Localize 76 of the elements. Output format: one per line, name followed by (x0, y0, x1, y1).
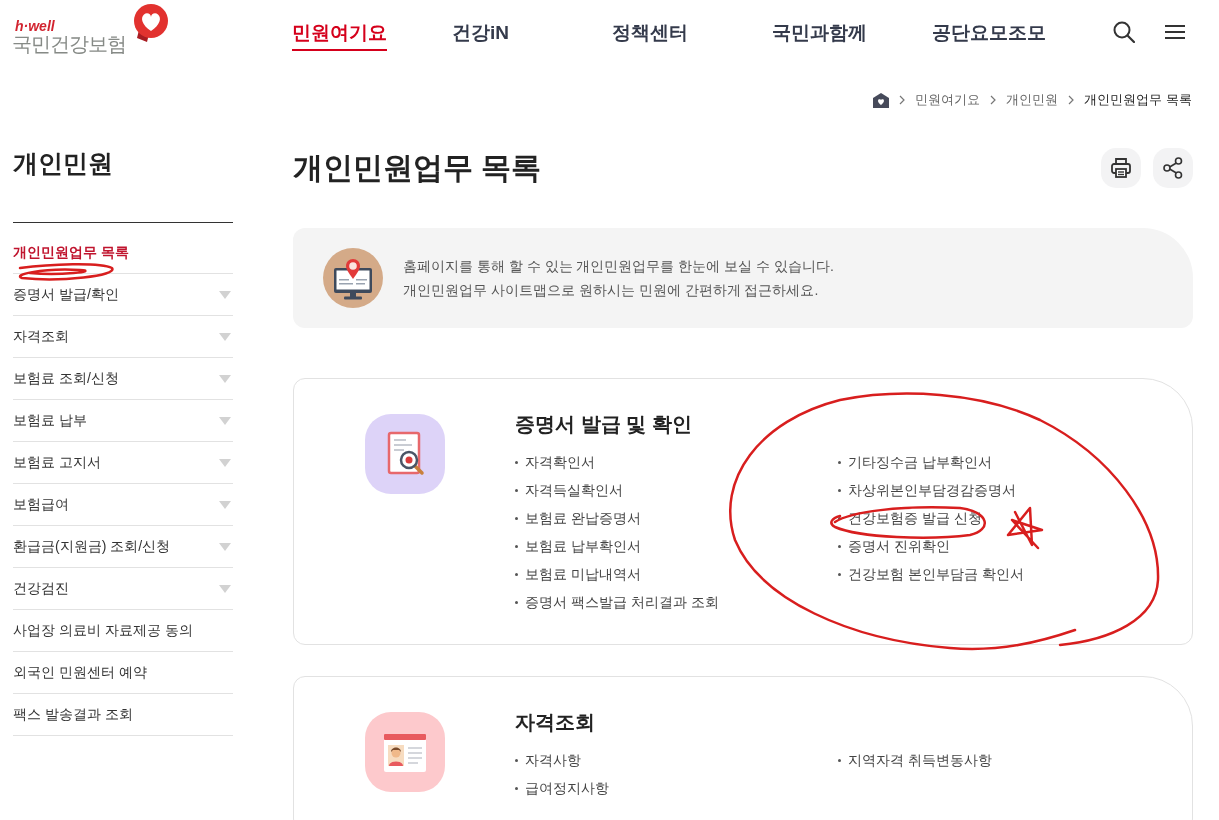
sidebar-item[interactable]: 보험료 납부 (13, 400, 233, 442)
service-link[interactable]: 증명서 팩스발급 처리결과 조회 (515, 588, 719, 616)
section-title: 증명서 발급 및 확인 (515, 412, 693, 437)
service-link[interactable]: 보험료 납부확인서 (515, 532, 641, 560)
intro-text: 홈페이지를 통해 할 수 있는 개인민원업무를 한눈에 보실 수 있습니다. (403, 257, 834, 276)
sidebar-item[interactable]: 사업장 의료비 자료제공 동의 (13, 610, 233, 652)
sidebar-item[interactable]: 외국인 민원센터 예약 (13, 652, 233, 694)
breadcrumb-link[interactable]: 개인민원업무 목록 (1084, 91, 1192, 109)
bullet-icon (515, 572, 518, 576)
printer-icon (1109, 156, 1133, 180)
document-magnifier-icon (365, 414, 445, 494)
bullet-icon (515, 600, 518, 604)
logo-tagline: h·well (14, 19, 56, 33)
monitor-pin-icon (323, 248, 383, 308)
intro-text: 개인민원업무 사이트맵으로 원하시는 민원에 간편하게 접근하세요. (403, 281, 820, 300)
chevron-right-icon (899, 95, 906, 105)
caret-down-icon (219, 374, 231, 383)
search-icon[interactable] (1113, 21, 1135, 43)
chevron-right-icon (990, 95, 997, 105)
bullet-icon (838, 544, 841, 548)
service-link[interactable]: 보험료 미납내역서 (515, 560, 641, 588)
service-link[interactable]: 자격확인서 (515, 448, 595, 476)
bullet-icon (515, 786, 518, 790)
caret-down-icon (219, 416, 231, 425)
nav-tab[interactable]: 건강iN (452, 0, 509, 51)
menu-icon[interactable] (1165, 25, 1185, 39)
caret-down-icon (219, 458, 231, 467)
nav-tab[interactable]: 공단요모조모 (932, 0, 1046, 51)
sidebar-item[interactable]: 증명서 발급/확인 (13, 274, 233, 316)
home-icon[interactable] (873, 92, 890, 108)
nav-tab[interactable]: 국민과함께 (772, 0, 867, 51)
service-link[interactable]: 자격득실확인서 (515, 476, 623, 504)
page-title: 개인민원업무 목록 (293, 150, 542, 186)
bullet-icon (838, 488, 841, 492)
sidebar-title: 개인민원 (13, 148, 114, 179)
section-title: 자격조회 (515, 710, 596, 735)
sidebar-item[interactable]: 팩스 발송결과 조회 (13, 694, 233, 736)
bullet-icon (515, 544, 518, 548)
bullet-icon (838, 460, 841, 464)
bullet-icon (515, 516, 518, 520)
caret-down-icon (219, 332, 231, 341)
service-link[interactable]: 건강보험 본인부담금 확인서 (838, 560, 1024, 588)
breadcrumb-link[interactable]: 개인민원 (1006, 91, 1059, 109)
sidebar-item[interactable]: 자격조회 (13, 316, 233, 358)
service-link[interactable]: 급여정지사항 (515, 774, 609, 802)
caret-down-icon (219, 500, 231, 509)
sidebar-item[interactable]: 보험급여 (13, 484, 233, 526)
nav-tab[interactable]: 정책센터 (612, 0, 688, 51)
service-link[interactable]: 자격사항 (515, 746, 581, 774)
sidebar-item[interactable]: 환급금(지원금) 조회/신청 (13, 526, 233, 568)
bullet-icon (515, 758, 518, 762)
service-link[interactable]: 기타징수금 납부확인서 (838, 448, 992, 476)
sidebar-item[interactable]: 건강검진 (13, 568, 233, 610)
service-link[interactable]: 증명서 진위확인 (838, 532, 950, 560)
share-icon (1161, 156, 1185, 180)
id-card-icon (365, 712, 445, 792)
service-link[interactable]: 차상위본인부담경감증명서 (838, 476, 1016, 504)
bullet-icon (838, 758, 841, 762)
service-link[interactable]: 보험료 완납증명서 (515, 504, 641, 532)
share-button[interactable] (1153, 148, 1193, 188)
chevron-right-icon (1068, 95, 1075, 105)
bullet-icon (515, 488, 518, 492)
service-link[interactable]: 지역자격 취득변동사항 (838, 746, 992, 774)
breadcrumb-link[interactable]: 민원여기요 (915, 91, 981, 109)
sidebar-item[interactable]: 보험료 고지서 (13, 442, 233, 484)
nav-tab[interactable]: 민원여기요 (292, 0, 387, 51)
caret-down-icon (219, 584, 231, 593)
bullet-icon (515, 460, 518, 464)
print-button[interactable] (1101, 148, 1141, 188)
service-link[interactable]: 건강보험증 발급 신청 (838, 504, 982, 532)
caret-down-icon (219, 290, 231, 299)
bullet-icon (838, 572, 841, 576)
sidebar-item[interactable]: 보험료 조회/신청 (13, 358, 233, 400)
sidebar-item[interactable]: 개인민원업무 목록 (13, 232, 233, 274)
caret-down-icon (219, 542, 231, 551)
logo-wordmark[interactable]: 국민건강보험 (12, 33, 126, 55)
